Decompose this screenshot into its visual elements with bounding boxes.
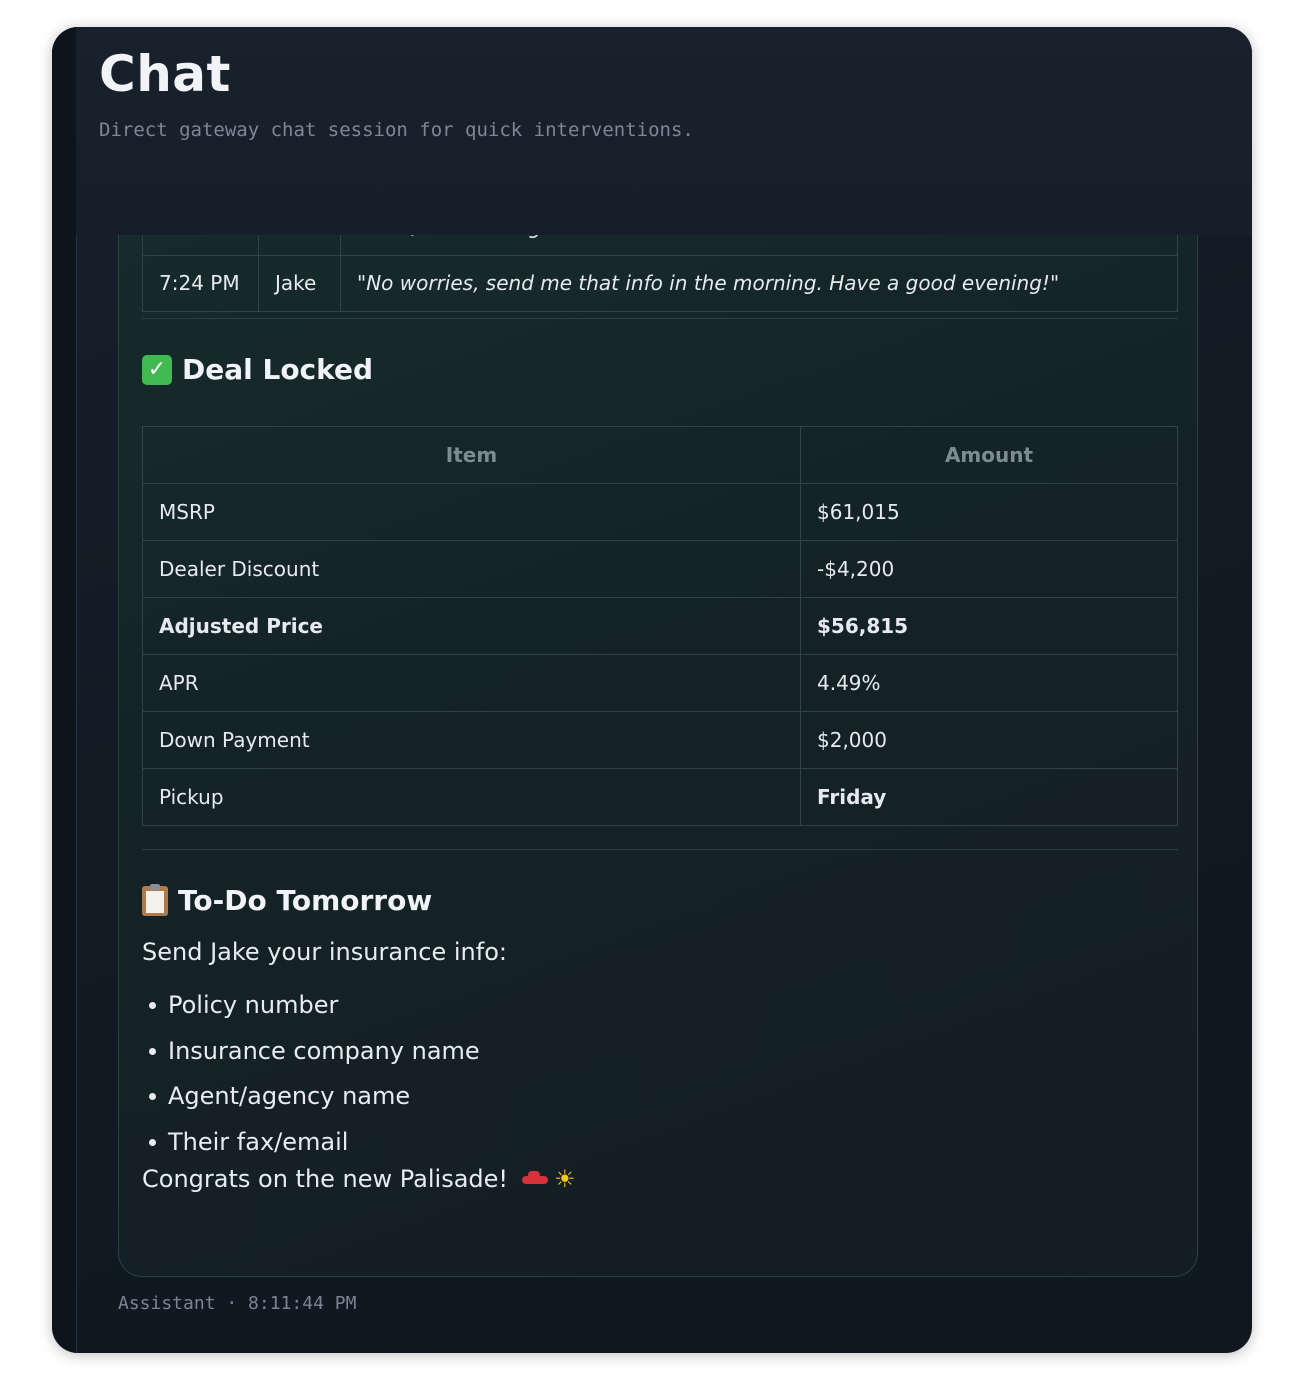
row-time: 7:24 PM (142, 254, 259, 312)
page-subtitle: Direct gateway chat session for quick in… (99, 119, 694, 141)
conversation-log-table: 7:23 PM You "Bath/bed time - give me 30 … (142, 235, 1178, 312)
list-item: Agent/agency name (142, 1074, 480, 1120)
list-item: Policy number (142, 983, 480, 1029)
todo-heading: To-Do Tomorrow (142, 883, 433, 917)
chat-header: Chat Direct gateway chat session for qui… (76, 27, 1252, 235)
todo-list: Policy number Insurance company name Age… (142, 983, 480, 1165)
sun-icon: ☀ (554, 1165, 576, 1193)
list-item: Their fax/email (142, 1120, 480, 1166)
table-row: APR 4.49% (142, 654, 1178, 712)
deal-table: Item Amount MSRP $61,015 Dealer Discount… (142, 426, 1178, 826)
amount-cell: $2,000 (800, 711, 1178, 769)
todo-intro: Send Jake your insurance info: (142, 938, 507, 966)
table-row: MSRP $61,015 (142, 483, 1178, 541)
chat-window: Chat Direct gateway chat session for qui… (52, 27, 1252, 1353)
item-cell: Adjusted Price (142, 597, 801, 655)
item-cell: APR (142, 654, 801, 712)
deal-heading: ✓ Deal Locked (142, 353, 373, 386)
table-row: Dealer Discount -$4,200 (142, 540, 1178, 598)
list-item-text: Their fax/email (168, 1127, 349, 1156)
list-item-text: Agent/agency name (168, 1082, 411, 1110)
column-header-amount: Amount (800, 426, 1178, 484)
item-cell: Pickup (142, 768, 801, 826)
amount-cell: $56,815 (800, 597, 1178, 655)
closing-message: Congrats on the new Palisade! ☀ (142, 1165, 576, 1193)
row-time: 7:23 PM (142, 235, 259, 256)
list-item: Insurance company name (142, 1029, 480, 1075)
row-sender: You (258, 235, 341, 256)
clipboard-icon (142, 883, 168, 916)
page-title: Chat (99, 45, 231, 103)
row-message: "Bath/bed time - give me 30 min" (340, 235, 1178, 256)
table-row: 7:23 PM You "Bath/bed time - give me 30 … (142, 235, 1178, 256)
table-header-row: Item Amount (142, 426, 1178, 484)
message-scroll-area[interactable]: 7:23 PM You "Bath/bed time - give me 30 … (76, 235, 1252, 1353)
amount-cell: -$4,200 (800, 540, 1178, 598)
assistant-message-bubble: 7:23 PM You "Bath/bed time - give me 30 … (118, 235, 1198, 1277)
deal-heading-text: Deal Locked (182, 353, 374, 386)
divider (142, 849, 1178, 850)
column-header-item: Item (142, 426, 801, 484)
amount-cell: 4.49% (800, 654, 1178, 712)
row-sender: Jake (258, 254, 341, 312)
list-item-text: Insurance company name (168, 1036, 480, 1065)
message-meta: Assistant · 8:11:44 PM (118, 1293, 357, 1314)
table-row: Pickup Friday (142, 768, 1178, 826)
list-item-text: Policy number (168, 991, 339, 1019)
check-mark-icon: ✓ (142, 354, 172, 385)
bullet-icon (149, 1002, 156, 1010)
closing-text: Congrats on the new Palisade! (142, 1165, 509, 1193)
table-row: Down Payment $2,000 (142, 711, 1178, 769)
row-message: "No worries, send me that info in the mo… (340, 254, 1178, 312)
item-cell: Down Payment (142, 711, 801, 769)
table-row: Adjusted Price $56,815 (142, 597, 1178, 655)
bullet-icon (149, 1093, 156, 1101)
amount-cell: Friday (800, 768, 1178, 826)
bullet-icon (149, 1047, 156, 1055)
sidebar-edge (52, 27, 77, 1353)
table-row: 7:24 PM Jake "No worries, send me that i… (142, 254, 1178, 312)
amount-cell: $61,015 (800, 483, 1178, 541)
todo-heading-text: To-Do Tomorrow (178, 884, 433, 917)
item-cell: Dealer Discount (142, 540, 801, 598)
bullet-icon (149, 1138, 156, 1146)
divider (142, 318, 1178, 319)
car-icon (522, 1171, 549, 1187)
item-cell: MSRP (142, 483, 801, 541)
